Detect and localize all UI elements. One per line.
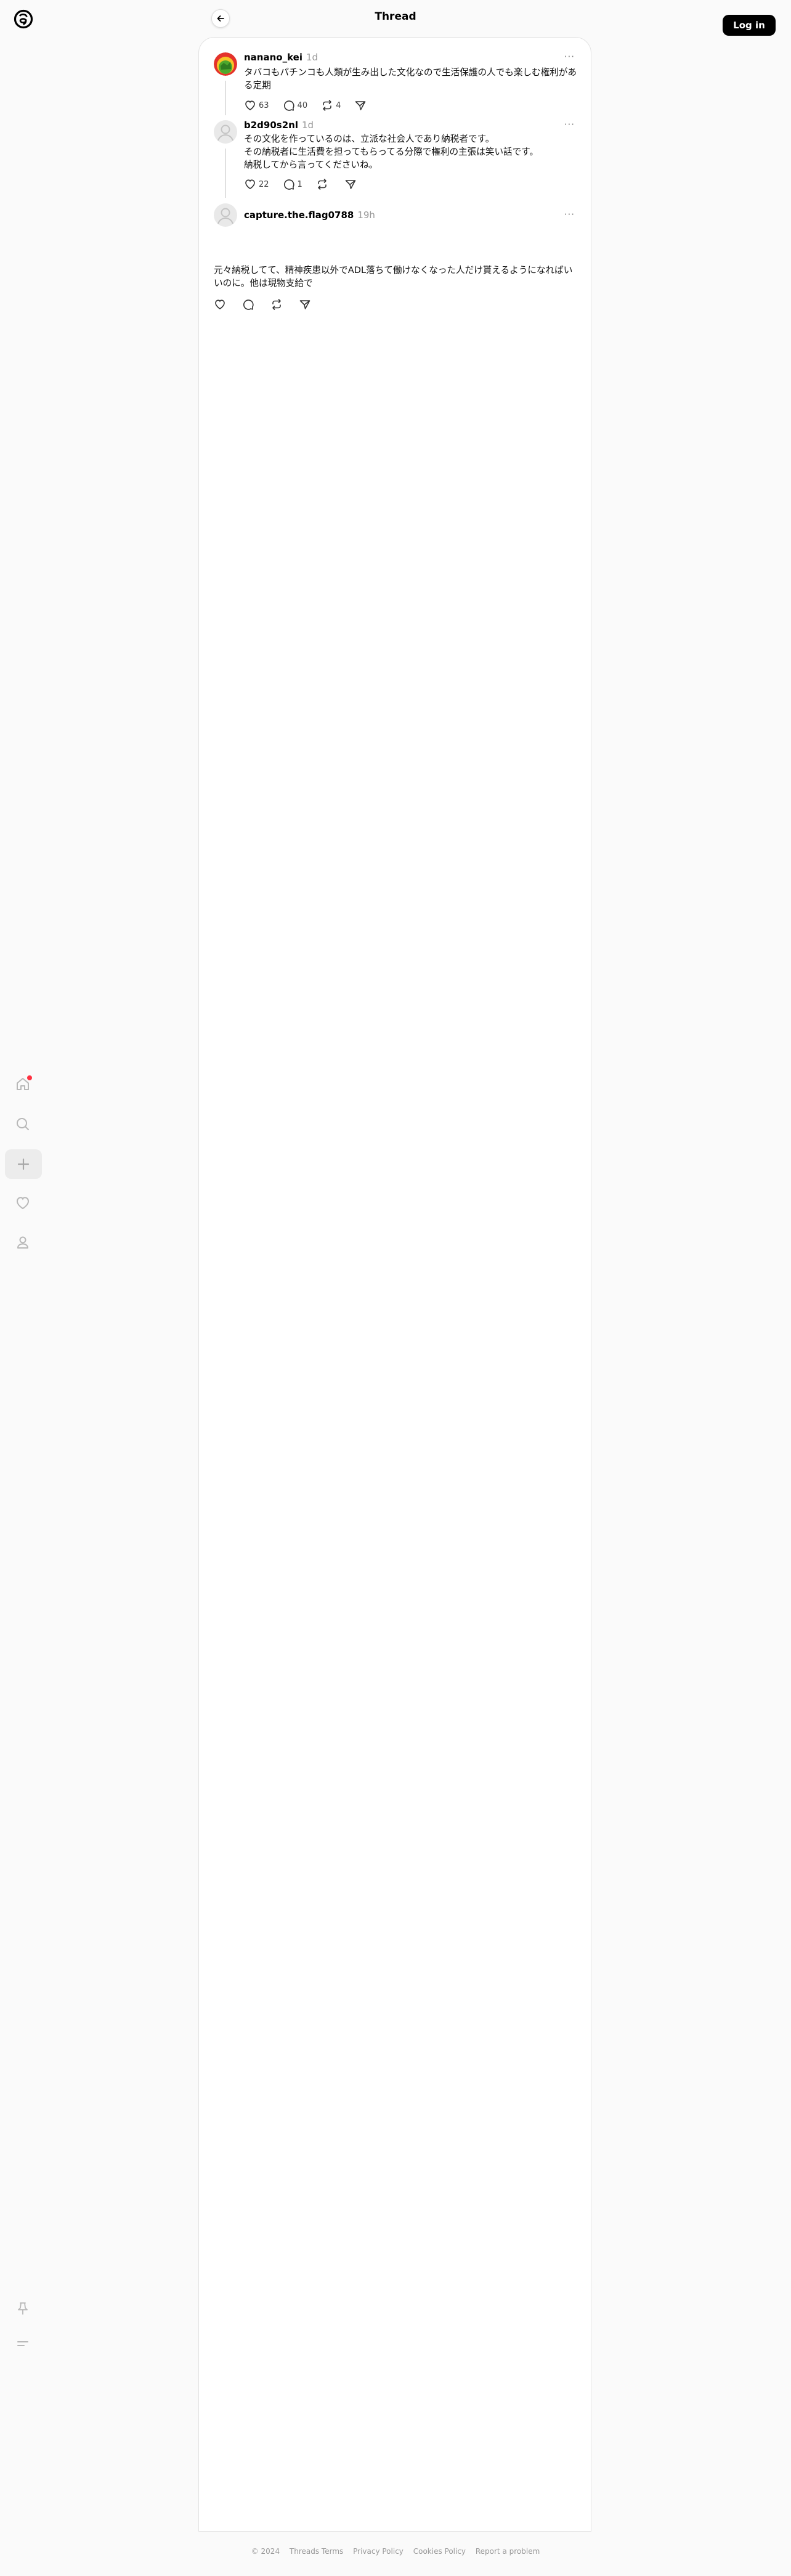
avatar[interactable]	[214, 203, 237, 227]
heart-icon	[245, 179, 255, 189]
share-button[interactable]	[299, 298, 314, 311]
comment-icon	[243, 300, 254, 310]
send-icon	[355, 101, 366, 110]
reply-count: 1	[297, 179, 302, 189]
nav-home[interactable]	[12, 1073, 34, 1095]
nav-profile[interactable]	[12, 1231, 34, 1253]
heart-icon	[245, 100, 255, 110]
nav-search[interactable]	[12, 1113, 34, 1135]
reply-button[interactable]: 1	[283, 178, 302, 190]
like-count: 63	[259, 100, 269, 110]
avatar[interactable]	[214, 52, 237, 76]
nav-create[interactable]	[5, 1149, 42, 1179]
avatar-image	[214, 52, 237, 76]
post-text: タバコもパチンコも人類が生み出した文化なので生活保護の人でも楽しむ権利がある定期	[244, 67, 577, 91]
send-icon	[299, 300, 310, 309]
repost-count: 4	[336, 100, 341, 110]
post-text: 元々納税してて、精神疾患以外でADL落ちて働けなくなった人だけ貰えるようになれば…	[214, 265, 573, 288]
nav-activity[interactable]	[12, 1192, 34, 1214]
nav-menu[interactable]	[12, 2333, 34, 2355]
heart-icon	[215, 300, 225, 309]
repost-button[interactable]	[316, 178, 331, 190]
pin-icon	[18, 2302, 28, 2315]
like-button[interactable]	[214, 298, 229, 311]
more-options-button[interactable]: ···	[564, 119, 575, 130]
post-text: その文化を作っているのは、立派な社会人であり納税者です。 その納税者に生活費を担…	[244, 134, 538, 170]
profile-icon	[17, 1236, 28, 1249]
search-icon	[17, 1118, 29, 1130]
repost-icon	[323, 100, 331, 111]
post-time[interactable]: 19h	[357, 210, 375, 221]
footer-terms-link[interactable]: Threads Terms	[290, 2547, 343, 2556]
like-count: 22	[259, 179, 269, 189]
menu-icon	[17, 2341, 28, 2346]
footer: © 2024 Threads Terms Privacy Policy Cook…	[0, 2547, 791, 2556]
post-username[interactable]: capture.the.flag0788 19h	[244, 210, 375, 221]
more-options-button[interactable]: ···	[564, 51, 575, 62]
post-username[interactable]: nanano_kei 1d	[244, 52, 318, 63]
thread-line	[225, 149, 226, 198]
comment-icon	[283, 179, 294, 190]
post-username[interactable]: b2d90s2nl 1d	[244, 120, 314, 131]
footer-copyright: © 2024	[251, 2547, 280, 2556]
nav-pin[interactable]	[12, 2297, 34, 2320]
footer-cookies-link[interactable]: Cookies Policy	[413, 2547, 466, 2556]
username-text[interactable]: b2d90s2nl	[244, 120, 298, 131]
post: capture.the.flag0788 19h ··· 元々納税してて、精神疾患…	[199, 201, 591, 324]
send-icon	[345, 180, 356, 189]
default-avatar-icon	[217, 208, 233, 224]
footer-privacy-link[interactable]: Privacy Policy	[353, 2547, 404, 2556]
reply-count: 40	[297, 100, 308, 110]
post-time[interactable]: 1d	[302, 120, 314, 131]
repost-button[interactable]	[270, 298, 285, 311]
plus-icon	[17, 1158, 30, 1170]
post-actions: 63 40 4	[244, 99, 383, 112]
footer-report-link[interactable]: Report a problem	[476, 2547, 540, 2556]
share-button[interactable]	[354, 99, 369, 112]
post-time[interactable]: 1d	[306, 52, 318, 63]
notification-dot	[27, 1075, 32, 1080]
post-actions: 22 1	[244, 178, 373, 190]
comment-icon	[283, 100, 294, 111]
reply-button[interactable]: 40	[283, 99, 308, 112]
repost-button[interactable]: 4	[321, 99, 341, 112]
thread-card: nanano_kei 1d ··· タバコもパチンコも人類が生み出した文化なので生…	[198, 37, 591, 2532]
repost-icon	[272, 299, 281, 310]
page-title: Thread	[375, 10, 416, 23]
repost-icon	[318, 179, 327, 190]
post: nanano_kei 1d ··· タバコもパチンコも人類が生み出した文化なので生…	[199, 38, 591, 118]
username-text[interactable]: nanano_kei	[244, 52, 302, 63]
login-button[interactable]: Log in	[723, 15, 776, 36]
more-options-button[interactable]: ···	[564, 209, 575, 220]
reply-button[interactable]	[242, 298, 257, 311]
avatar[interactable]	[214, 120, 237, 144]
post-actions	[214, 298, 327, 311]
like-button[interactable]: 22	[244, 178, 269, 190]
post: b2d90s2nl 1d ··· その文化を作っているのは、立派な社会人であり納税…	[199, 118, 591, 201]
heart-icon	[16, 1197, 30, 1210]
share-button[interactable]	[344, 178, 359, 190]
username-text[interactable]: capture.the.flag0788	[244, 210, 354, 221]
thread-line	[225, 81, 226, 115]
default-avatar-icon	[217, 124, 233, 141]
like-button[interactable]: 63	[244, 99, 269, 112]
